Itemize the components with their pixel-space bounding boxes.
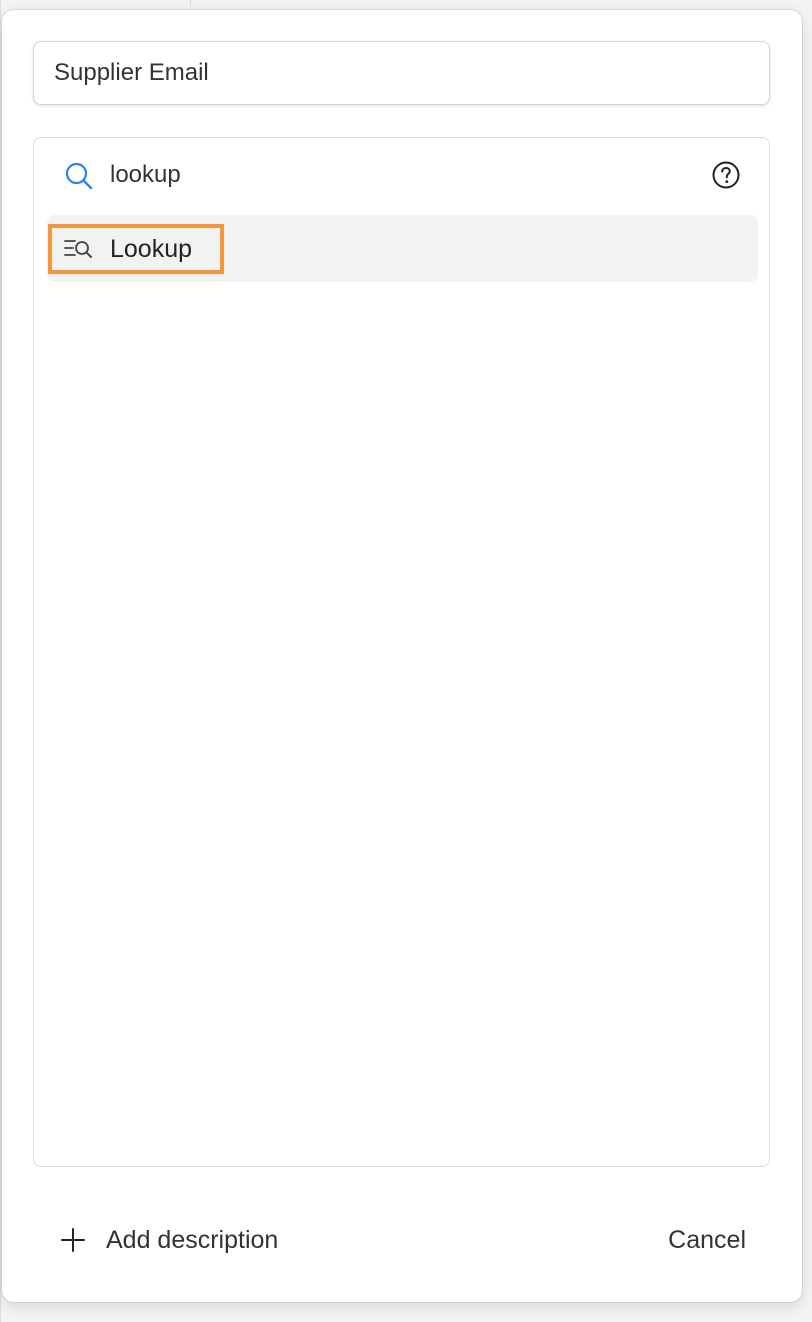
type-search-row bbox=[34, 138, 769, 212]
result-item-lookup[interactable]: Lookup bbox=[47, 215, 758, 282]
plus-icon bbox=[61, 1228, 85, 1252]
add-description-button[interactable]: Add description bbox=[60, 1220, 278, 1260]
field-config-popup: Lookup Add description Cancel bbox=[2, 10, 802, 1302]
add-description-label: Add description bbox=[106, 1225, 279, 1254]
field-name-input[interactable] bbox=[33, 41, 770, 105]
lookup-icon bbox=[64, 240, 92, 258]
search-icon bbox=[65, 162, 93, 190]
result-item-label: Lookup bbox=[110, 235, 193, 263]
type-search-input[interactable] bbox=[110, 156, 670, 194]
field-type-picker: Lookup bbox=[33, 137, 770, 1167]
popup-footer: Add description Cancel bbox=[2, 1200, 802, 1280]
cancel-button[interactable]: Cancel bbox=[668, 1220, 746, 1260]
help-icon[interactable] bbox=[711, 160, 741, 190]
